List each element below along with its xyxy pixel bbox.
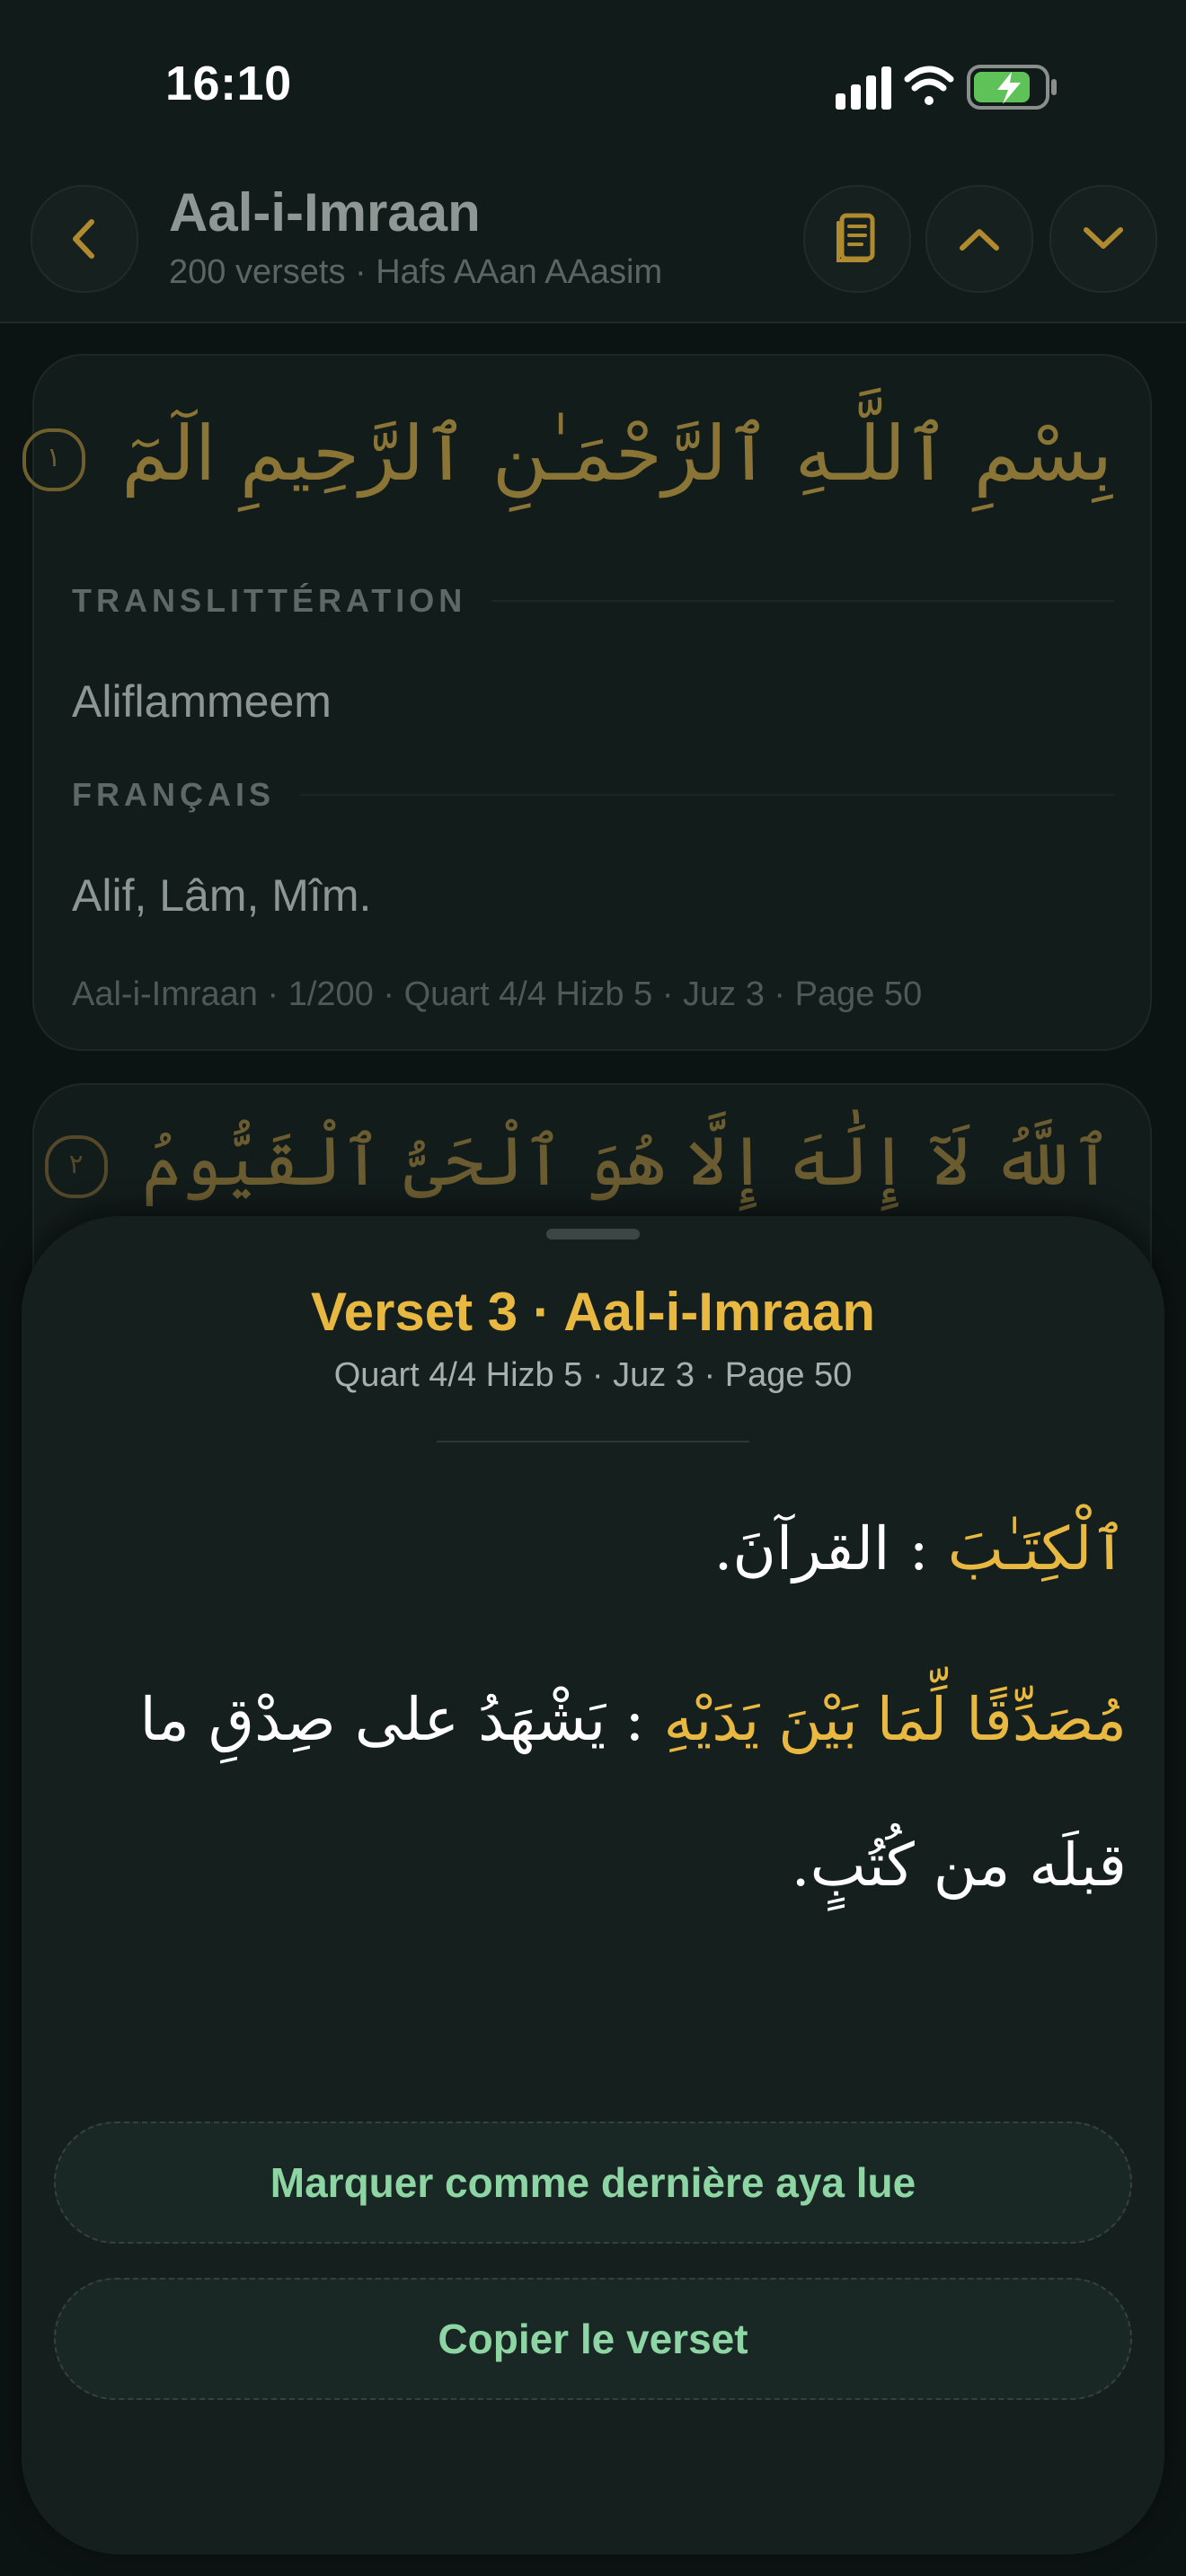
chevron-down-icon xyxy=(1084,227,1123,249)
chevron-up-icon xyxy=(960,229,999,251)
battery-charging-icon xyxy=(967,65,1057,110)
book-icon xyxy=(836,213,875,262)
surah-subtitle: 200 versets · Hafs AAan AAasim xyxy=(169,253,663,291)
sheet-grabber[interactable] xyxy=(546,1229,640,1239)
chevron-left-icon xyxy=(73,219,94,259)
french-translation: Alif, Lâm, Mîm. xyxy=(72,870,372,921)
word-note-separator: : xyxy=(890,1514,948,1584)
verse-arabic: بِسْمِ ٱللَّـهِ ٱلرَّحْمَـٰنِ ٱلرَّحِيمِ… xyxy=(22,410,1112,498)
word-note: مُصَدِّقًا لِّمَا بَيْنَ يَدَيْهِ : يَشْ… xyxy=(59,1647,1127,1938)
word-note-meaning: القرآنَ. xyxy=(713,1514,890,1584)
mark-last-read-button[interactable]: Marquer comme dernière aya lue xyxy=(54,2122,1132,2244)
sheet-subtitle: Quart 4/4 Hizb 5 · Juz 3 · Page 50 xyxy=(333,1356,853,1394)
sheet-title: Verset 3 · Aal-i-Imraan xyxy=(310,1282,876,1342)
ayah-number-marker: ٢ xyxy=(44,1135,108,1198)
divider xyxy=(491,600,1114,602)
status-bar: 16:10 xyxy=(0,0,1186,180)
french-label: FRANÇAIS xyxy=(72,776,1114,814)
next-verse-button[interactable] xyxy=(1049,185,1157,293)
word-note-term: ٱلْكِتَـٰبَ xyxy=(947,1514,1127,1584)
verse-card-1[interactable]: بِسْمِ ٱللَّـهِ ٱلرَّحْمَـٰنِ ٱلرَّحِيمِ… xyxy=(22,354,1152,1051)
wifi-icon xyxy=(904,66,954,105)
divider xyxy=(437,1441,749,1442)
reading-mode-button[interactable] xyxy=(803,185,911,293)
verse-arabic-text: بِسْمِ ٱللَّـهِ ٱلرَّحْمَـٰنِ ٱلرَّحِيمِ… xyxy=(121,410,1112,498)
status-time: 16:10 xyxy=(165,57,292,110)
verse-arabic: ٱللَّهُ لَآ إِلَٰهَ إِلَّا هُوَ ٱلْحَىُّ… xyxy=(44,1121,1112,1201)
divider xyxy=(300,794,1114,796)
word-note-separator: : xyxy=(606,1685,664,1754)
transliteration-label: TRANSLITTÉRATION xyxy=(72,582,1114,620)
back-button[interactable] xyxy=(31,185,138,293)
top-nav-bar: Aal-i-Imraan 200 versets · Hafs AAan AAa… xyxy=(0,180,1186,323)
verse-arabic-text: ٱللَّهُ لَآ إِلَٰهَ إِلَّا هُوَ ٱلْحَىُّ… xyxy=(141,1121,1112,1201)
word-note: ٱلْكِتَـٰبَ : القرآنَ. xyxy=(59,1477,1127,1622)
ayah-number-marker: ١ xyxy=(22,428,85,491)
status-icons xyxy=(836,63,1078,113)
verse-meta: Aal-i-Imraan · 1/200 · Quart 4/4 Hizb 5 … xyxy=(72,975,923,1013)
transliteration-text: Aliflammeem xyxy=(72,676,332,727)
surah-title: Aal-i-Imraan xyxy=(169,182,481,243)
copy-verse-button[interactable]: Copier le verset xyxy=(54,2278,1132,2400)
verse-detail-sheet: Verset 3 · Aal-i-Imraan Quart 4/4 Hizb 5… xyxy=(22,1216,1164,2554)
previous-verse-button[interactable] xyxy=(925,185,1033,293)
signal-icon xyxy=(836,66,891,110)
word-note-term: مُصَدِّقًا لِّمَا بَيْنَ يَدَيْهِ xyxy=(663,1685,1128,1754)
